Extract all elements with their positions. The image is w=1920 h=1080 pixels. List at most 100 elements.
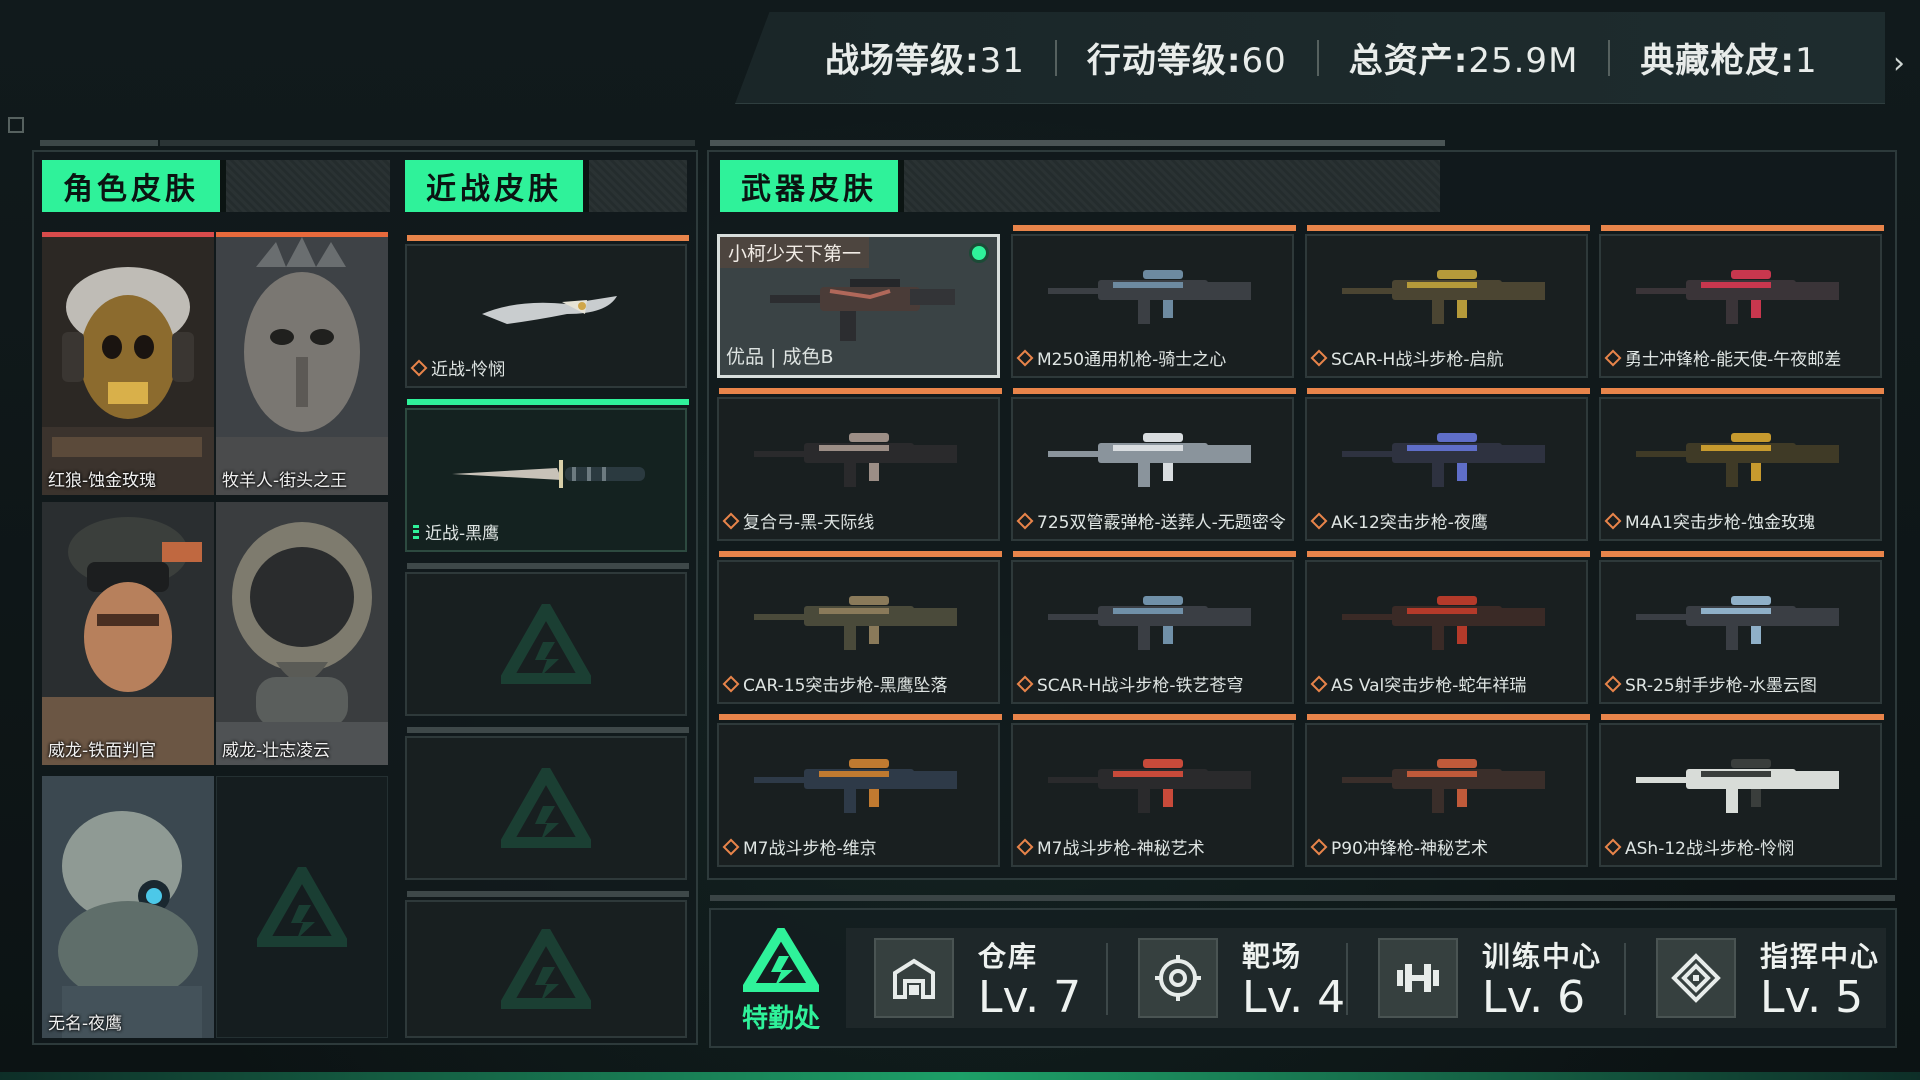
rarity-bar	[407, 235, 689, 241]
weapon-card[interactable]: M250通用机枪-骑士之心	[1011, 225, 1296, 378]
tab-fill	[904, 160, 1440, 212]
rarity-bar	[407, 891, 689, 897]
rarity-bar	[407, 727, 689, 733]
weapon-card[interactable]: ASh-12战斗步枪-怜悯	[1599, 714, 1884, 867]
rarity-bar	[1307, 551, 1590, 557]
rarity-diamond-icon	[1310, 512, 1328, 529]
weapon-name: SCAR-H战斗步枪-启航	[1310, 345, 1503, 370]
character-name: 红狼-蚀金玫瑰	[48, 471, 157, 491]
rarity-diamond-icon	[722, 512, 740, 529]
character-card[interactable]: 无名-夜鹰	[42, 776, 214, 1038]
rarity-diamond-icon	[1016, 349, 1034, 366]
weapon-card[interactable]: 勇士冲锋枪-能天使-午夜邮差	[1599, 225, 1884, 378]
stat-total-assets: 总资产:25.9M	[1348, 41, 1579, 81]
character-portrait	[42, 776, 214, 1038]
character-card[interactable]: 红狼-蚀金玫瑰	[42, 232, 214, 495]
facility-level: Lv. 7	[978, 971, 1082, 1023]
character-card[interactable]: 威龙-铁面判官	[42, 502, 214, 765]
empty-character-slot	[216, 776, 388, 1038]
weapon-card[interactable]: 725双管霰弹枪-送葬人-无题密令	[1011, 388, 1296, 541]
rarity-bar	[1013, 225, 1296, 231]
character-card[interactable]: 牧羊人-街头之王	[216, 232, 388, 495]
weapon-name: 725双管霰弹枪-送葬人-无题密令	[1016, 508, 1286, 533]
weapon-card[interactable]: P90冲锋枪-神秘艺术	[1305, 714, 1590, 867]
rarity-icon	[413, 524, 419, 539]
weapon-name: 复合弓-黑-天际线	[722, 508, 874, 533]
melee-name: 近战-怜悯	[410, 355, 505, 380]
weapon-card[interactable]: SCAR-H战斗步枪-启航	[1305, 225, 1590, 378]
rarity-bar	[1013, 714, 1296, 720]
weapon-card[interactable]: M7战斗步枪-神秘艺术	[1011, 714, 1296, 867]
character-name: 威龙-壮志凌云	[222, 741, 331, 761]
weapon-name: SCAR-H战斗步枪-铁艺苍穹	[1016, 671, 1243, 696]
rarity-bar	[1601, 388, 1884, 394]
weapon-image	[1636, 270, 1839, 324]
featured-weapon-quality: 优品 | 成色B	[726, 346, 834, 368]
weapon-name: M7战斗步枪-神秘艺术	[1016, 834, 1205, 859]
weapon-image	[1342, 759, 1545, 813]
weapon-image	[1342, 433, 1545, 487]
weapon-card[interactable]: CAR-15突击步枪-黑鹰坠落	[717, 551, 1002, 704]
weapon-image	[1342, 270, 1545, 324]
weapon-name: AK-12突击步枪-夜鹰	[1310, 508, 1488, 533]
facility-name: 仓库	[978, 939, 1039, 973]
facility-warehouse[interactable]: 仓库 Lv. 7	[874, 928, 1081, 1028]
command-icon	[1656, 938, 1736, 1018]
tab-character-label: 角色皮肤	[42, 160, 226, 212]
rarity-diamond-icon	[722, 838, 740, 855]
delta-logo-icon	[501, 604, 591, 684]
tab-fill	[589, 160, 687, 212]
weapon-image	[1048, 759, 1251, 813]
rarity-bar	[719, 388, 1002, 394]
melee-card[interactable]: 近战-怜悯	[405, 235, 689, 388]
panel-strip	[710, 140, 1445, 146]
facility-name: 指挥中心	[1760, 939, 1881, 973]
rarity-bar	[1013, 388, 1296, 394]
rarity-diamond-icon	[1310, 838, 1328, 855]
rarity-diamond-icon	[1604, 349, 1622, 366]
delta-logo-icon	[257, 867, 347, 947]
weapon-card[interactable]: AS Val突击步枪-蛇年祥瑞	[1305, 551, 1590, 704]
weapon-card[interactable]: AK-12突击步枪-夜鹰	[1305, 388, 1590, 541]
facility-training[interactable]: 训练中心 Lv. 6	[1378, 928, 1602, 1028]
character-name: 无名-夜鹰	[48, 1014, 123, 1034]
weapon-card[interactable]: M7战斗步枪-维京	[717, 714, 1002, 867]
rarity-bar	[407, 563, 689, 569]
weapon-image	[770, 279, 955, 341]
rarity-diamond-icon	[1604, 838, 1622, 855]
stat-collection-skins: 典藏枪皮:1	[1640, 41, 1818, 81]
rarity-bar	[1013, 551, 1296, 557]
weapon-name: M250通用机枪-骑士之心	[1016, 345, 1226, 370]
knife-image	[452, 460, 645, 488]
rarity-diamond-icon	[1016, 675, 1034, 692]
tab-character-skins[interactable]: 角色皮肤	[42, 160, 390, 212]
chevron-right-icon[interactable]: ›	[1893, 46, 1905, 81]
tab-weapon-skins[interactable]: 武器皮肤	[720, 160, 1440, 212]
weapon-name: SR-25射手步枪-水墨云图	[1604, 671, 1817, 696]
rarity-bar	[407, 399, 689, 405]
featured-weapon-card[interactable]: 小柯少天下第一 优品 | 成色B	[717, 234, 1000, 378]
weapon-image	[754, 433, 957, 487]
weapon-card[interactable]: M4A1突击步枪-蚀金玫瑰	[1599, 388, 1884, 541]
weapon-card[interactable]: SR-25射手步枪-水墨云图	[1599, 551, 1884, 704]
weapon-card[interactable]: SCAR-H战斗步枪-铁艺苍穹	[1011, 551, 1296, 704]
weapon-image	[1342, 596, 1545, 650]
weapon-image	[1048, 433, 1251, 487]
character-portrait	[42, 237, 214, 495]
character-card[interactable]: 威龙-壮志凌云	[216, 502, 388, 765]
facility-range[interactable]: 靶场 Lv. 4	[1138, 928, 1345, 1028]
tab-melee-skins[interactable]: 近战皮肤	[405, 160, 687, 212]
weapon-name: AS Val突击步枪-蛇年祥瑞	[1310, 671, 1526, 696]
melee-card[interactable]: 近战-黑鹰	[405, 399, 689, 552]
rarity-diamond-icon	[1310, 675, 1328, 692]
facility-command[interactable]: 指挥中心 Lv. 5	[1656, 928, 1880, 1028]
weapon-name: ASh-12战斗步枪-怜悯	[1604, 834, 1794, 859]
facility-level: Lv. 5	[1760, 971, 1864, 1023]
weapon-card[interactable]: 复合弓-黑-天际线	[717, 388, 1002, 541]
facility-list: 仓库 Lv. 7 靶场 Lv. 4 训练中心 Lv. 6 指挥中心 Lv. 5	[846, 928, 1886, 1028]
weapon-name: M4A1突击步枪-蚀金玫瑰	[1604, 508, 1815, 533]
rarity-bar	[719, 551, 1002, 557]
special-ops-button[interactable]: 特勤处	[737, 922, 825, 1035]
facility-divider	[1346, 943, 1348, 1015]
delta-logo-icon	[501, 768, 591, 848]
